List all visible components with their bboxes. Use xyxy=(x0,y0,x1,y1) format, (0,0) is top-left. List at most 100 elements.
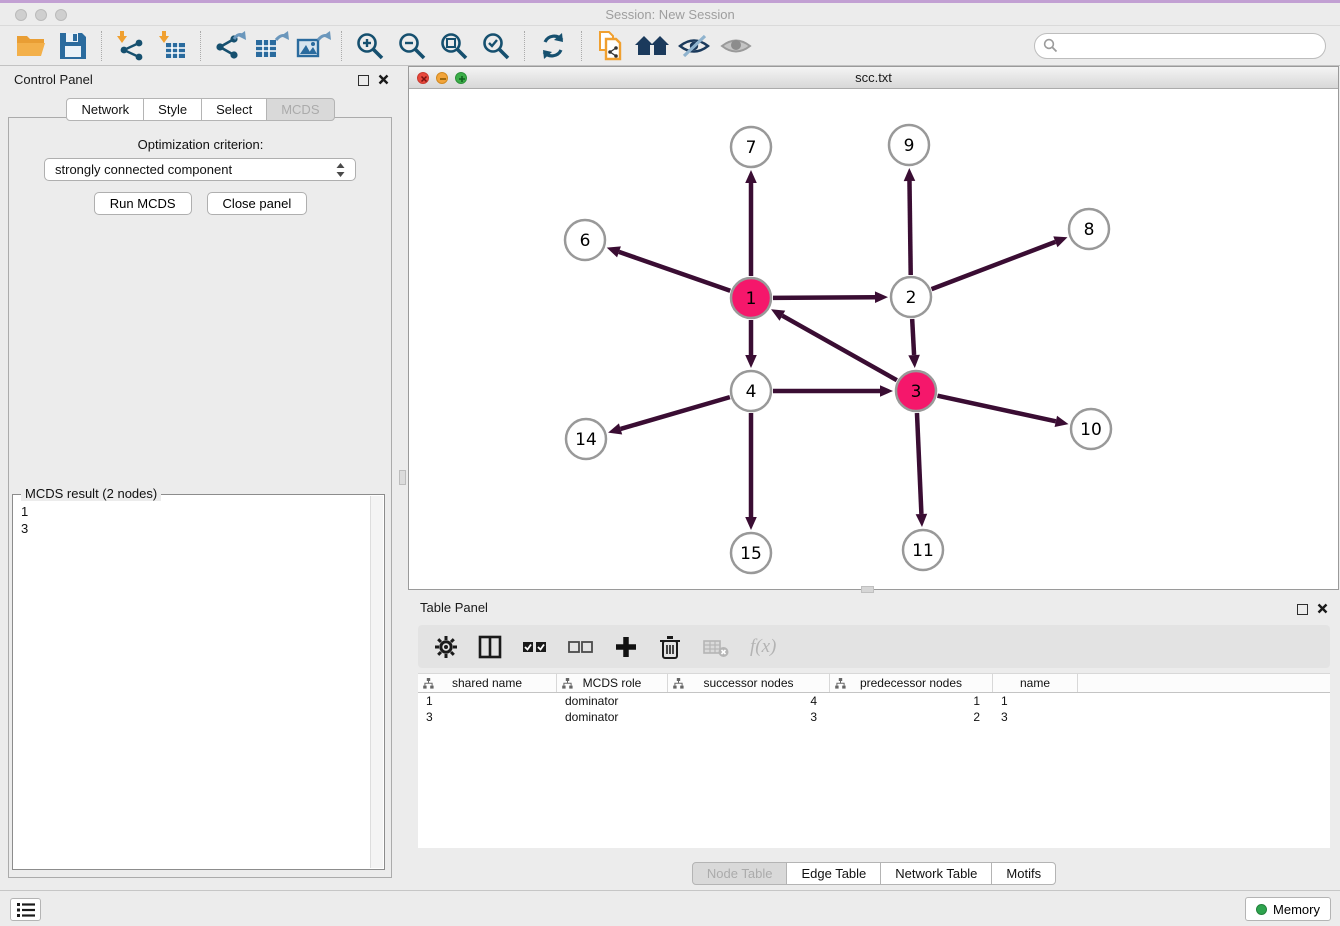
select-all-rows-button[interactable] xyxy=(522,635,548,659)
split-table-view-button[interactable] xyxy=(478,635,502,659)
table-cell[interactable]: 1 xyxy=(418,693,557,709)
network-window-titlebar[interactable]: scc.txt xyxy=(409,67,1338,89)
table-cell[interactable]: 1 xyxy=(993,693,1078,709)
delete-table-button[interactable] xyxy=(702,635,730,659)
import-network-button[interactable] xyxy=(109,28,151,64)
table-tabbar: Node TableEdge TableNetwork TableMotifs xyxy=(408,862,1340,885)
delete-column-button[interactable] xyxy=(658,634,682,660)
graph-edge-3-11[interactable] xyxy=(917,413,921,514)
table-row[interactable]: 3dominator323 xyxy=(418,709,1330,725)
import-network-icon xyxy=(114,30,146,62)
refresh-layout-button[interactable] xyxy=(532,28,574,64)
table-cell[interactable]: dominator xyxy=(557,709,668,725)
export-table-button[interactable] xyxy=(250,28,292,64)
table-settings-button[interactable] xyxy=(434,635,458,659)
column-header-shared-name[interactable]: shared name xyxy=(418,674,557,692)
vertical-splitter-handle[interactable] xyxy=(399,470,406,485)
toolbar-separator xyxy=(200,31,201,61)
run-mcds-button[interactable]: Run MCDS xyxy=(94,192,192,215)
zoom-out-button[interactable] xyxy=(391,28,433,64)
graph-edge-1-2[interactable] xyxy=(773,297,875,298)
graph-edge-1-6[interactable] xyxy=(619,252,730,291)
mcds-result-line: 1 xyxy=(21,503,362,520)
main-titlebar: Session: New Session xyxy=(0,3,1340,26)
table-cell[interactable]: 3 xyxy=(993,709,1078,725)
column-header-label: predecessor nodes xyxy=(860,676,962,690)
add-column-button[interactable] xyxy=(614,635,638,659)
table-cell[interactable]: 2 xyxy=(830,709,993,725)
deselect-all-rows-button[interactable] xyxy=(568,635,594,659)
show-networks-button[interactable] xyxy=(631,28,673,64)
edge-arrowhead-icon xyxy=(875,291,888,303)
hide-graphics-button[interactable] xyxy=(673,28,715,64)
close-table-panel-icon[interactable] xyxy=(1317,602,1328,617)
graph-edge-3-1[interactable] xyxy=(782,316,896,381)
dropdown-stepper-icon xyxy=(336,163,345,177)
close-x-icon xyxy=(1317,603,1328,614)
mcds-result-list[interactable]: 13 xyxy=(13,501,370,867)
column-header-name[interactable]: name xyxy=(993,674,1078,692)
column-header-successor-nodes[interactable]: successor nodes xyxy=(668,674,830,692)
open-session-button[interactable] xyxy=(10,28,52,64)
import-table-button[interactable] xyxy=(151,28,193,64)
column-header-label: successor nodes xyxy=(703,676,793,690)
window-title: Session: New Session xyxy=(0,7,1340,22)
function-builder-button[interactable]: f(x) xyxy=(750,636,776,658)
table-cell[interactable]: 1 xyxy=(830,693,993,709)
graph-edge-2-9[interactable] xyxy=(909,181,910,275)
export-network-button[interactable] xyxy=(208,28,250,64)
eye-icon xyxy=(720,31,752,61)
float-panel-icon[interactable] xyxy=(358,75,369,86)
column-type-icon xyxy=(423,678,434,689)
memory-status-icon xyxy=(1256,904,1267,915)
network-canvas[interactable]: 7968124314101511 xyxy=(409,89,1338,589)
node-table: shared nameMCDS role successor nodes prede… xyxy=(418,673,1330,848)
close-panel-icon[interactable] xyxy=(378,73,389,88)
table-tab-motifs[interactable]: Motifs xyxy=(991,862,1056,885)
column-type-icon xyxy=(835,678,846,689)
save-session-button[interactable] xyxy=(52,28,94,64)
task-history-button[interactable] xyxy=(10,898,41,921)
table-row[interactable]: 1dominator411 xyxy=(418,693,1330,709)
tab-network[interactable]: Network xyxy=(66,98,144,121)
zoom-fit-button[interactable] xyxy=(433,28,475,64)
network-view-window: scc.txt 7968124314101511 xyxy=(408,66,1339,590)
tab-mcds[interactable]: MCDS xyxy=(266,98,334,121)
graph-edge-2-3[interactable] xyxy=(912,319,914,355)
control-panel-buttons: Run MCDS Close panel xyxy=(0,192,401,215)
table-cell[interactable]: 3 xyxy=(418,709,557,725)
graph-node-label: 10 xyxy=(1080,420,1102,440)
show-graphics-button[interactable] xyxy=(715,28,757,64)
edge-arrowhead-icon xyxy=(745,170,757,183)
close-panel-button[interactable]: Close panel xyxy=(207,192,308,215)
zoom-selected-button[interactable] xyxy=(475,28,517,64)
table-tab-node-table[interactable]: Node Table xyxy=(692,862,788,885)
column-header-predecessor-nodes[interactable]: predecessor nodes xyxy=(830,674,993,692)
tab-select[interactable]: Select xyxy=(201,98,267,121)
search-input[interactable] xyxy=(1062,38,1317,53)
criterion-dropdown[interactable]: strongly connected component xyxy=(44,158,356,181)
graph-edge-2-8[interactable] xyxy=(932,242,1056,289)
table-tab-network-table[interactable]: Network Table xyxy=(880,862,992,885)
zoom-in-icon xyxy=(355,31,385,61)
edge-arrowhead-icon xyxy=(916,514,928,527)
float-table-panel-icon[interactable] xyxy=(1297,604,1308,615)
zoom-in-button[interactable] xyxy=(349,28,391,64)
table-cell[interactable]: 4 xyxy=(668,693,830,709)
list-icon xyxy=(16,902,36,918)
graph-edge-3-10[interactable] xyxy=(937,396,1055,422)
table-toolbar: f(x) xyxy=(418,625,1330,668)
memory-button[interactable]: Memory xyxy=(1245,897,1331,921)
table-tab-edge-table[interactable]: Edge Table xyxy=(786,862,881,885)
table-cell[interactable]: dominator xyxy=(557,693,668,709)
graph-edge-4-14[interactable] xyxy=(621,397,730,429)
result-scrollbar[interactable] xyxy=(370,496,383,868)
edge-arrowhead-icon xyxy=(908,355,920,368)
column-header-mcds-role[interactable]: MCDS role xyxy=(557,674,668,692)
graph-node-label: 1 xyxy=(746,289,757,309)
table-cell[interactable]: 3 xyxy=(668,709,830,725)
horizontal-splitter-handle[interactable] xyxy=(861,586,874,593)
export-image-button[interactable] xyxy=(292,28,334,64)
tab-style[interactable]: Style xyxy=(143,98,202,121)
copy-network-button[interactable] xyxy=(589,28,631,64)
